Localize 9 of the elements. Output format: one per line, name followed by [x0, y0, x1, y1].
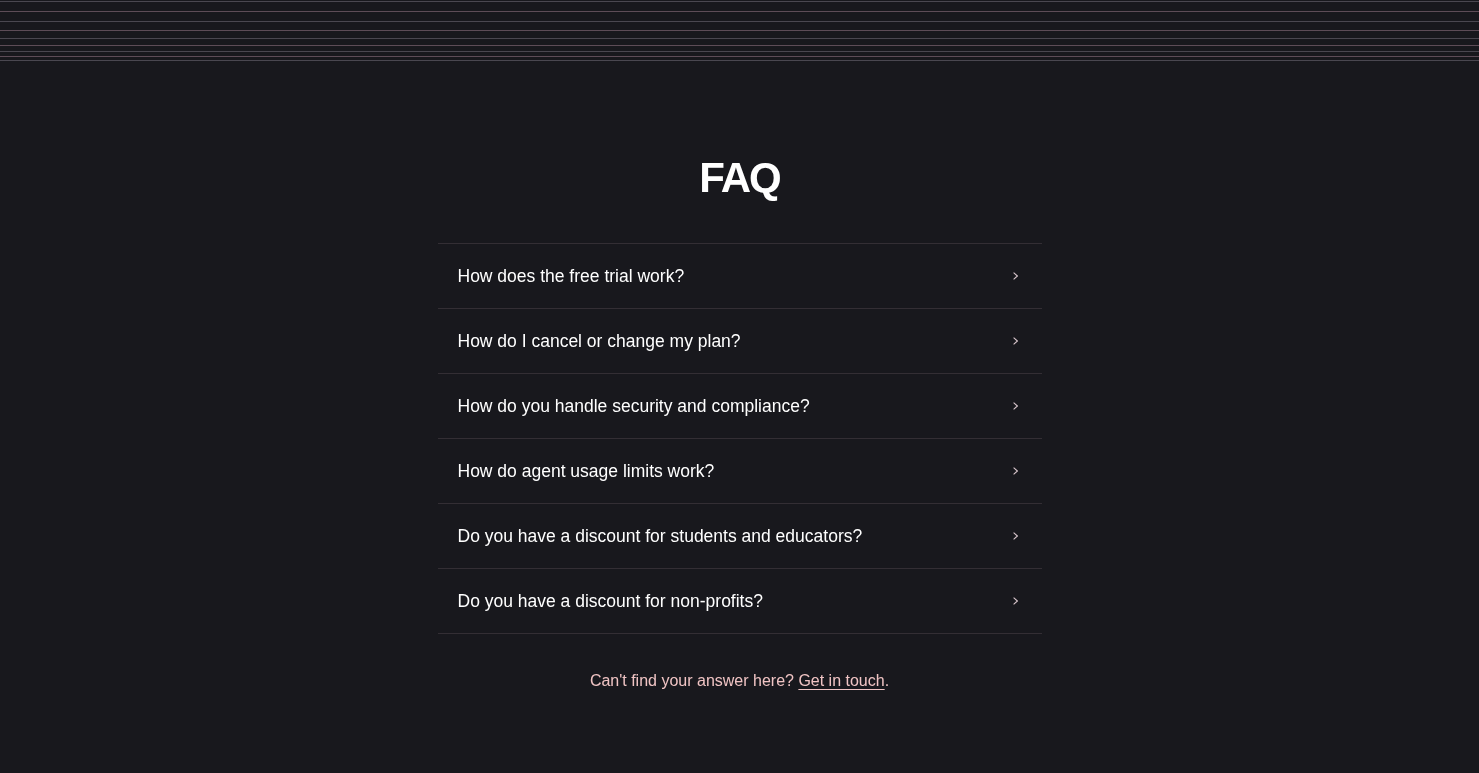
faq-question[interactable]: How do agent usage limits work?: [437, 439, 1042, 504]
faq-question[interactable]: How do I cancel or change my plan?: [437, 309, 1042, 374]
footer-note: Can't find your answer here? Get in touch.: [589, 671, 890, 691]
contact-link[interactable]: Get in touch: [798, 672, 885, 689]
faq-question[interactable]: How do you handle security and compliance?: [437, 374, 1042, 439]
faq-heading: FAQ: [699, 153, 780, 203]
faq-question[interactable]: Do you have a discount for students and educators?: [437, 504, 1042, 569]
faq-question[interactable]: How does the free trial work?: [437, 244, 1042, 309]
faq-question[interactable]: Do you have a discount for non-profits?: [437, 569, 1042, 634]
